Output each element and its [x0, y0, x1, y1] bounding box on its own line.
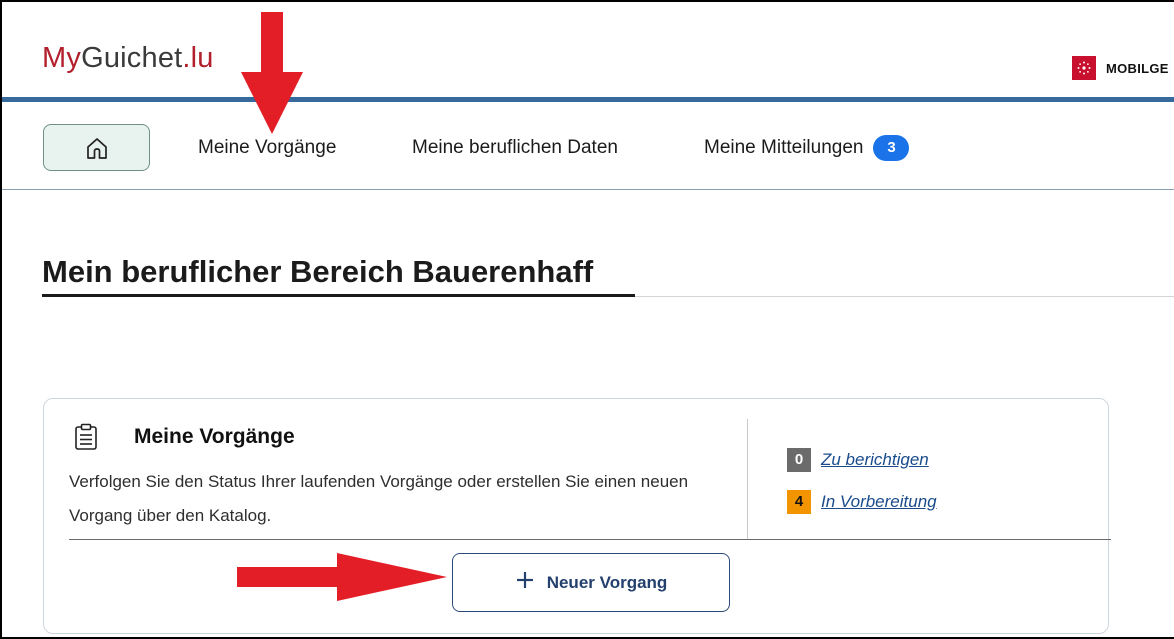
plus-icon	[515, 566, 535, 596]
card-description: Verfolgen Sie den Status Ihrer laufenden…	[69, 472, 689, 525]
nav-mitteilungen-label: Meine Mitteilungen	[704, 137, 864, 158]
status-zu-berichtigen: 0 Zu berichtigen	[787, 448, 929, 472]
nav-meine-vorgaenge[interactable]: Meine Vorgänge	[198, 137, 336, 159]
myguichet-logo[interactable]: MyGuichet.lu	[42, 42, 214, 75]
notification-count-badge: 3	[873, 135, 910, 161]
nav-mitteilungen[interactable]: Meine Mitteilungen 3	[704, 135, 910, 161]
home-icon	[86, 137, 107, 159]
status-in-vorbereitung: 4 In Vorbereitung	[787, 490, 937, 514]
main-nav: Meine Vorgänge Meine beruflichen Daten M…	[2, 102, 1174, 190]
clipboard-icon	[74, 423, 98, 456]
company-logo-icon	[1072, 56, 1096, 80]
neuer-vorgang-button[interactable]: Neuer Vorgang	[452, 553, 730, 612]
card-title: Meine Vorgänge	[134, 425, 295, 448]
nav-berufliche-daten-label: Meine beruflichen Daten	[412, 137, 618, 158]
nav-meine-vorgaenge-label: Meine Vorgänge	[198, 137, 337, 158]
card-horizontal-divider	[69, 539, 1111, 540]
page-title: Mein beruflicher Bereich Bauerenhaff	[42, 254, 594, 289]
user-account-label: MOBILGE	[1106, 60, 1169, 76]
status-link-zu-berichtigen[interactable]: Zu berichtigen	[821, 450, 929, 470]
card-vertical-divider	[747, 419, 748, 539]
neuer-vorgang-label: Neuer Vorgang	[546, 572, 668, 592]
status-link-in-vorbereitung[interactable]: In Vorbereitung	[821, 492, 937, 512]
user-account[interactable]: MOBILGE	[1072, 56, 1169, 80]
title-underline	[42, 294, 635, 297]
site-header: MyGuichet.lu MOBILGE	[2, 2, 1174, 98]
annotation-arrow-down-icon	[241, 12, 303, 134]
nav-berufliche-daten[interactable]: Meine beruflichen Daten	[412, 137, 618, 159]
status-count-badge: 4	[787, 490, 811, 514]
vorgaenge-card: Meine Vorgänge Verfolgen Sie den Status …	[43, 398, 1111, 634]
status-count-badge: 0	[787, 448, 811, 472]
home-button[interactable]	[43, 124, 150, 171]
annotation-arrow-right-icon	[237, 553, 447, 601]
